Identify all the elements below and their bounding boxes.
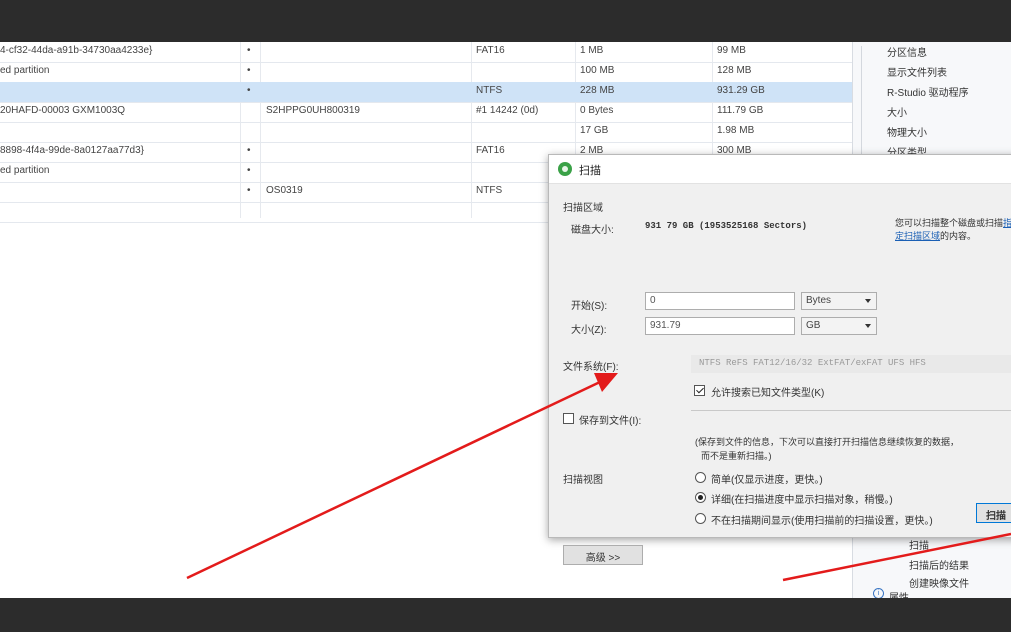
annotation-arrows (186, 373, 1011, 582)
r-studio-window: 4-cf32-44da-a91b-34730aa4233e} • FAT16 1… (0, 42, 1011, 598)
arrow-line (186, 380, 601, 580)
top-letterbox (0, 0, 1011, 42)
arrow-line (782, 532, 1011, 582)
bottom-letterbox (0, 598, 1011, 632)
